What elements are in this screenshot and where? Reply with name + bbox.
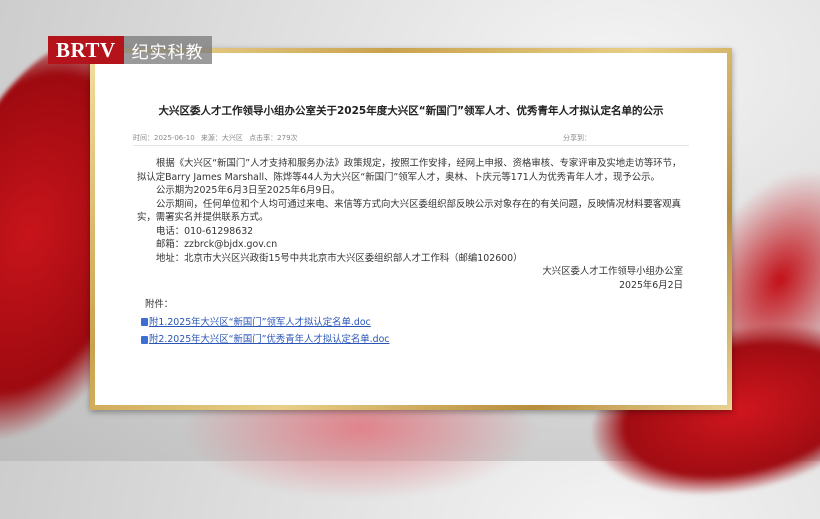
paragraph-intro: 根据《大兴区“新国门”人才支持和服务办法》政策规定，按照工作安排，经网上申报、资… bbox=[137, 158, 682, 183]
attachment-item: 附1.2025年大兴区“新国门”领军人才拟认定名单.doc bbox=[137, 316, 687, 330]
channel-name: 纪实科教 bbox=[123, 36, 212, 64]
doc-file-icon bbox=[141, 335, 148, 344]
attachment-link-2[interactable]: 附2.2025年大兴区“新国门”优秀青年人才拟认定名单.doc bbox=[149, 333, 389, 347]
contact-address: 地址：北京市大兴区兴政街15号中共北京市大兴区委组织部人才工作科（邮编10260… bbox=[156, 252, 523, 264]
click-count: 点击率：279次 bbox=[249, 134, 298, 142]
notice-page: 大兴区委人才工作领导小组办公室关于2025年度大兴区“新国门”领军人才、优秀青年… bbox=[95, 53, 727, 405]
contact-email: 邮箱：zzbrck@bjdx.gov.cn bbox=[156, 239, 278, 250]
notice-meta: 时间：2025-06-10 来源：大兴区 点击率：279次 bbox=[133, 133, 587, 143]
signature: 大兴区委人才工作领导小组办公室 bbox=[542, 266, 683, 277]
attachments-label: 附件： bbox=[145, 299, 174, 310]
channel-logo: BRTV 纪实科教 bbox=[48, 36, 212, 64]
doc-file-icon bbox=[141, 318, 148, 327]
notice-body: 根据《大兴区“新国门”人才支持和服务办法》政策规定，按照工作安排，经网上申报、资… bbox=[137, 157, 687, 347]
brand-logo: BRTV bbox=[48, 36, 124, 64]
notice-date: 2025年6月2日 bbox=[619, 279, 683, 291]
publish-time: 时间：2025-06-10 bbox=[133, 134, 195, 142]
attachment-link-1[interactable]: 附1.2025年大兴区“新国门”领军人才拟认定名单.doc bbox=[149, 316, 371, 330]
share-label[interactable]: 分享到： bbox=[563, 133, 591, 143]
divider bbox=[133, 145, 689, 146]
paragraph-feedback: 公示期间，任何单位和个人均可通过来电、来信等方式向大兴区委组织部反映公示对象存在… bbox=[137, 198, 682, 224]
contact-phone: 电话：010-61298632 bbox=[156, 225, 254, 237]
attachment-item: 附2.2025年大兴区“新国门”优秀青年人才拟认定名单.doc bbox=[137, 333, 687, 347]
notice-title: 大兴区委人才工作领导小组办公室关于2025年度大兴区“新国门”领军人才、优秀青年… bbox=[158, 105, 664, 117]
gold-document-frame: 大兴区委人才工作领导小组办公室关于2025年度大兴区“新国门”领军人才、优秀青年… bbox=[90, 48, 732, 410]
source: 来源：大兴区 bbox=[200, 134, 243, 142]
paragraph-period: 公示期为2025年6月3日至2025年6月9日。 bbox=[156, 185, 341, 196]
